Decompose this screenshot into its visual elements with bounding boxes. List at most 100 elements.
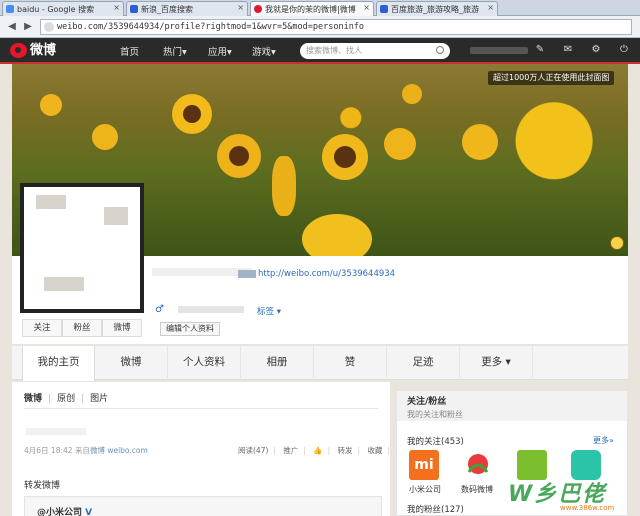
sunflower-decoration [183,105,201,123]
post-time[interactable]: 4月6日 18:42 [24,446,73,455]
site-watermark: W乡巴佬 www.386w.com [500,476,636,514]
post-text-blurred [26,428,86,435]
following-count[interactable]: 我的关注(453) [407,435,464,447]
search-placeholder: 搜索微博、找人 [306,46,362,55]
like-icon[interactable]: 👍 [313,446,322,455]
cover-usage-tag[interactable]: 超过1000万人正在使用此封面图 [488,71,615,85]
side-subtitle: 我的关注和粉丝 [407,410,463,419]
location-blurred [178,306,244,313]
tab-weibo[interactable]: 微博 [95,346,168,380]
url-text: weibo.com/3539644934/profile?rightmod=1&… [57,22,365,32]
settings-icon[interactable]: ⚙ [590,44,602,56]
tab-more[interactable]: 更多 ▾ [460,346,533,380]
sunflower-decoration [384,128,416,160]
close-icon[interactable]: × [113,3,120,12]
filter-all[interactable]: 微博 [24,394,42,404]
nav-games[interactable]: 游戏▾ [252,44,276,58]
close-icon[interactable]: × [487,3,494,12]
favorite-button[interactable]: 收藏 [367,446,382,455]
post-read-count: 阅读(47) [238,446,269,455]
gender-male-icon: ♂ [155,304,164,315]
page-icon [44,22,54,32]
tab-label: 百度旅游_旅游攻略_旅游 [391,5,479,14]
search-input[interactable]: 搜索微博、找人 [300,43,450,59]
follow-name-xiaomi[interactable]: 小米公司 [409,484,441,495]
url-field[interactable]: weibo.com/3539644934/profile?rightmod=1&… [40,19,632,35]
cover-emoji-icon[interactable] [610,236,624,250]
browser-tab-weibo[interactable]: 我就是你的茉的微博|微博 × [250,1,374,17]
tags-dropdown[interactable]: 标签 ▾ [257,305,281,317]
close-icon[interactable]: × [237,3,244,12]
avatar-blur [44,277,84,291]
stat-following[interactable]: 关注 [22,319,62,337]
avatar[interactable] [20,183,144,313]
post-actions: 阅读(47)| 推广| 👍| 转发| 收藏| 评论 [238,445,417,456]
username-blurred[interactable] [470,47,528,54]
promote-button[interactable]: 推广 [283,446,298,455]
nav-home[interactable]: 首页 [120,44,139,58]
shuma-logo[interactable] [463,450,493,480]
repost-user[interactable]: @小米公司 V [37,505,92,516]
power-icon[interactable]: ⏻ [618,44,630,56]
edit-icon[interactable]: ✎ [534,44,546,56]
feed-filters: 微博 | 原创 | 图片 [24,394,109,404]
sunflower-decoration [272,156,296,216]
repost-button[interactable]: 转发 [338,446,353,455]
repost-user-name: @小米公司 [37,508,83,516]
sunflower-decoration [229,146,249,166]
weibo-icon [254,5,262,13]
nav-apps[interactable]: 应用▾ [208,44,232,58]
baidu-icon [380,5,388,13]
repost-card: @小米公司 V [24,496,382,516]
address-bar: ◀ ▶ weibo.com/3539644934/profile?rightmo… [0,16,640,38]
filter-images[interactable]: 图片 [90,394,108,404]
tab-label: baidu - Google 搜索 [17,5,95,14]
back-icon[interactable]: ◀ [5,20,19,34]
feed-panel: 微博 | 原创 | 图片 4月6日 18:42 来自微博 weibo.com 阅读(47… [12,382,412,516]
edit-profile-button[interactable]: 编辑个人资料 [160,322,220,336]
stat-fans[interactable]: 粉丝 [62,319,102,337]
fans-count[interactable]: 我的粉丝(127) [407,503,464,515]
profile-link[interactable]: http://weibo.com/u/3539644934 [238,269,395,279]
sunflower-decoration [40,94,62,116]
divider [24,408,378,409]
more-link[interactable]: 更多» [593,435,614,446]
weibo-eye-icon [10,43,27,58]
post-meta: 4月6日 18:42 来自微博 weibo.com [24,445,148,456]
sunflower-decoration [92,124,118,150]
watermark-url: www.386w.com [560,504,615,512]
side-header: 关注/粉丝 我的关注和粉丝 [397,391,627,421]
weibo-logo[interactable]: 微博 [10,42,56,60]
follow-name-shuma[interactable]: 数码微博 [461,484,493,495]
close-icon[interactable]: × [363,3,370,12]
tab-footprints[interactable]: 足迹 [387,346,460,380]
tab-label: 我就是你的茉的微博|微博 [265,5,356,14]
sunflower-decoration [402,84,422,104]
sunflower-decoration [302,214,372,256]
avatar-blur [104,207,128,225]
browser-tab-google[interactable]: baidu - Google 搜索 × [2,1,124,16]
side-title: 关注/粉丝 [407,397,447,407]
post-source-prefix: 来自 [74,446,90,455]
weibo-logo-text: 微博 [30,43,57,58]
verified-icon: V [85,508,93,516]
weibo-top-nav: 微博 首页 热门▾ 应用▾ 游戏▾ 搜索微博、找人 ✎ ✉ ⚙ ⏻ [0,38,640,64]
forward-icon[interactable]: ▶ [21,20,35,34]
tab-likes[interactable]: 赞 [314,346,387,380]
browser-tab-baidu-travel[interactable]: 百度旅游_旅游攻略_旅游 × [376,1,498,16]
search-icon[interactable] [436,46,444,54]
post-source[interactable]: 微博 weibo.com [90,446,148,455]
xiaomi-logo[interactable]: mi [409,450,439,480]
tab-album[interactable]: 相册 [241,346,314,380]
mail-icon[interactable]: ✉ [562,44,574,56]
stat-posts[interactable]: 微博 [102,319,142,337]
profile-stats: 关注 粉丝 微博 [22,319,142,337]
avatar-blur [36,195,66,209]
filter-original[interactable]: 原创 [57,394,75,404]
browser-tab-sina-search[interactable]: 新浪_百度搜索 × [126,1,248,16]
baidu-icon [130,5,138,13]
tab-profile-info[interactable]: 个人资料 [168,346,241,380]
link-prefix-blurred [238,269,256,278]
tab-my-home[interactable]: 我的主页 [22,346,95,381]
nav-hot[interactable]: 热门▾ [163,44,187,58]
